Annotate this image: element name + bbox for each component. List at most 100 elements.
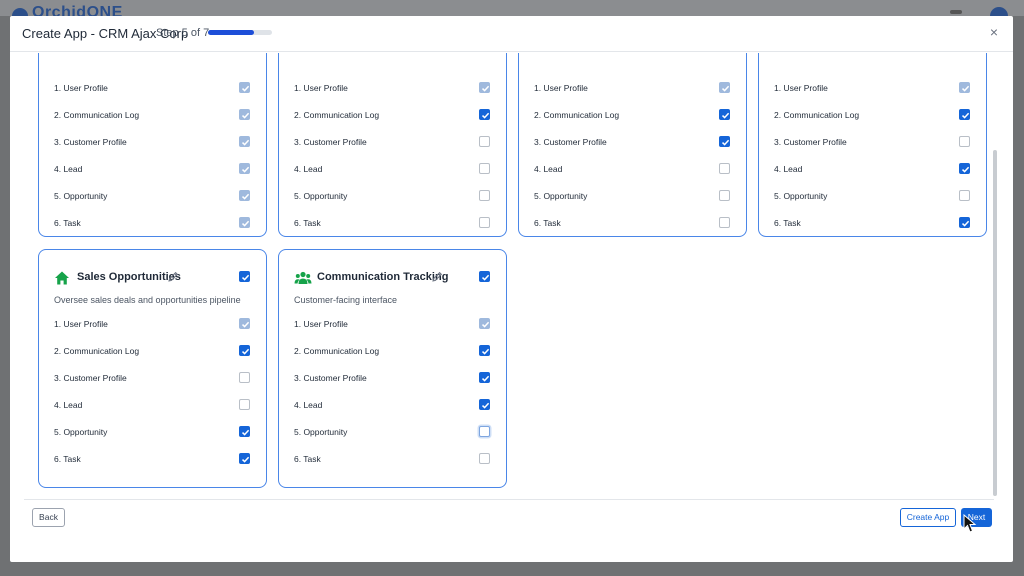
permission-checkbox[interactable] [239, 345, 250, 356]
permission-checkbox [479, 318, 490, 329]
permission-label: 3. Customer Profile [54, 137, 127, 147]
permission-label: 5. Opportunity [54, 427, 108, 437]
permission-checkbox [239, 190, 250, 201]
permission-label: 4. Lead [294, 164, 323, 174]
module-select-checkbox[interactable] [239, 271, 250, 282]
back-button[interactable]: Back [32, 508, 65, 527]
edit-pencil-icon[interactable] [167, 270, 179, 282]
module-card: Communication Tracking Customer-facing in… [278, 249, 507, 488]
permission-checkbox[interactable] [239, 426, 250, 437]
create-app-modal: Create App - CRM Ajax Corp Step 5 of 7 ×… [10, 16, 1013, 562]
permission-checkbox [719, 82, 730, 93]
close-button[interactable]: × [986, 24, 1002, 40]
module-card: Sales Opportunities Oversee sales deals a… [38, 249, 267, 488]
module-cards-area[interactable]: 1. User Profile 2. Communication Log 3. Cu… [10, 53, 1013, 499]
permission-label: 3. Customer Profile [54, 373, 127, 383]
permission-label: 6. Task [294, 454, 321, 464]
permission-checkbox[interactable] [479, 453, 490, 464]
permission-label: 6. Task [54, 218, 81, 228]
permission-label: 1. User Profile [534, 83, 588, 93]
permission-label: 3. Customer Profile [294, 373, 367, 383]
permission-label: 1. User Profile [54, 83, 108, 93]
modal-header: Create App - CRM Ajax Corp Step 5 of 7 × [10, 16, 1013, 52]
permission-checkbox[interactable] [959, 190, 970, 201]
edit-pencil-icon[interactable] [431, 270, 443, 282]
permission-label: 5. Opportunity [294, 191, 348, 201]
permission-label: 2. Communication Log [534, 110, 620, 120]
permission-label: 1. User Profile [774, 83, 828, 93]
content-scrollbar[interactable] [993, 150, 997, 496]
step-progress-bar [208, 30, 272, 35]
permission-checkbox [239, 136, 250, 147]
module-title: Sales Opportunities [77, 271, 181, 283]
permission-checkbox[interactable] [959, 217, 970, 228]
module-card: 1. User Profile 2. Communication Log 3. Cu… [758, 53, 987, 237]
permission-label: 4. Lead [534, 164, 563, 174]
permission-checkbox[interactable] [719, 190, 730, 201]
users-icon [294, 270, 312, 286]
permission-label: 4. Lead [54, 400, 83, 410]
permission-label: 6. Task [774, 218, 801, 228]
module-select-checkbox[interactable] [479, 271, 490, 282]
module-description: Oversee sales deals and opportunities pi… [54, 295, 241, 305]
background-app-bar: OrchidONE [0, 0, 1024, 25]
permission-label: 1. User Profile [294, 319, 348, 329]
permission-label: 4. Lead [294, 400, 323, 410]
permission-checkbox [239, 109, 250, 120]
permission-checkbox[interactable] [239, 372, 250, 383]
permission-checkbox [479, 82, 490, 93]
permission-checkbox[interactable] [479, 372, 490, 383]
permission-label: 5. Opportunity [294, 427, 348, 437]
permission-checkbox[interactable] [479, 217, 490, 228]
step-progress-fill [208, 30, 254, 35]
step-indicator: Step 5 of 7 [156, 27, 210, 39]
permission-checkbox[interactable] [719, 163, 730, 174]
footer-divider [24, 499, 994, 500]
module-description: Customer-facing interface [294, 295, 398, 305]
permission-checkbox [239, 163, 250, 174]
permission-checkbox [959, 82, 970, 93]
module-title: Communication Tracking [317, 271, 449, 283]
permission-checkbox[interactable] [959, 109, 970, 120]
permission-label: 3. Customer Profile [774, 137, 847, 147]
home-icon [54, 270, 70, 286]
permission-label: 5. Opportunity [54, 191, 108, 201]
permission-label: 3. Customer Profile [534, 137, 607, 147]
permission-label: 2. Communication Log [774, 110, 860, 120]
permission-checkbox[interactable] [959, 136, 970, 147]
permission-checkbox[interactable] [479, 345, 490, 356]
permission-checkbox [239, 217, 250, 228]
permission-label: 1. User Profile [54, 319, 108, 329]
module-card: 1. User Profile 2. Communication Log 3. Cu… [518, 53, 747, 237]
permission-checkbox[interactable] [239, 453, 250, 464]
create-app-button[interactable]: Create App [900, 508, 956, 527]
permission-label: 2. Communication Log [294, 346, 380, 356]
mouse-cursor-icon [963, 514, 977, 533]
permission-label: 6. Task [54, 454, 81, 464]
notification-icon [950, 10, 962, 14]
permission-checkbox[interactable] [479, 109, 490, 120]
permission-checkbox [239, 82, 250, 93]
permission-label: 5. Opportunity [534, 191, 588, 201]
permission-label: 3. Customer Profile [294, 137, 367, 147]
permission-checkbox[interactable] [479, 136, 490, 147]
permission-checkbox[interactable] [719, 136, 730, 147]
permission-checkbox[interactable] [959, 163, 970, 174]
permission-checkbox[interactable] [479, 163, 490, 174]
permission-checkbox[interactable] [479, 399, 490, 410]
permission-label: 5. Opportunity [774, 191, 828, 201]
permission-label: 2. Communication Log [294, 110, 380, 120]
permission-label: 2. Communication Log [54, 110, 140, 120]
module-card: 1. User Profile 2. Communication Log 3. Cu… [278, 53, 507, 237]
permission-label: 1. User Profile [294, 83, 348, 93]
permission-checkbox [239, 318, 250, 329]
permission-checkbox[interactable] [719, 109, 730, 120]
permission-label: 6. Task [534, 218, 561, 228]
permission-checkbox[interactable] [479, 426, 490, 437]
permission-checkbox[interactable] [719, 217, 730, 228]
permission-label: 2. Communication Log [54, 346, 140, 356]
permission-checkbox[interactable] [239, 399, 250, 410]
permission-label: 6. Task [294, 218, 321, 228]
module-card: 1. User Profile 2. Communication Log 3. Cu… [38, 53, 267, 237]
permission-checkbox[interactable] [479, 190, 490, 201]
